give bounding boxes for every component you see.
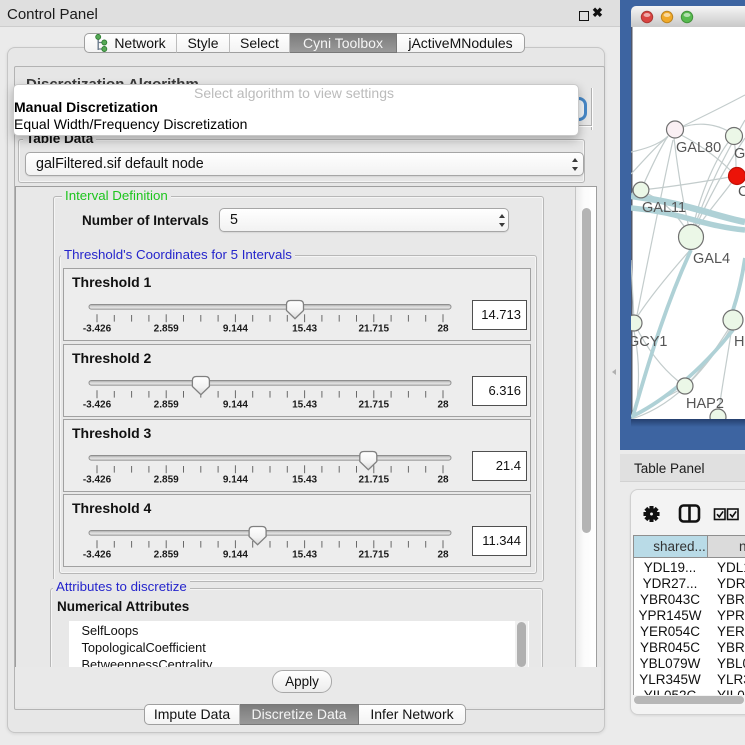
svg-text:9.144: 9.144 — [223, 475, 248, 486]
svg-text:9.144: 9.144 — [223, 324, 248, 335]
svg-text:28: 28 — [437, 324, 449, 335]
svg-text:28: 28 — [437, 475, 449, 486]
svg-text:-3.426: -3.426 — [83, 400, 112, 411]
svg-text:21.715: 21.715 — [359, 400, 390, 411]
svg-text:15.43: 15.43 — [292, 550, 317, 561]
svg-text:21.715: 21.715 — [359, 475, 390, 486]
svg-text:2.859: 2.859 — [154, 400, 179, 411]
svg-text:28: 28 — [437, 550, 449, 561]
svg-text:2.859: 2.859 — [154, 475, 179, 486]
svg-text:-3.426: -3.426 — [83, 324, 112, 335]
svg-text:15.43: 15.43 — [292, 400, 317, 411]
svg-text:GAL11: GAL11 — [642, 200, 686, 216]
svg-text:21.715: 21.715 — [359, 324, 390, 335]
svg-text:GAL80: GAL80 — [676, 140, 721, 156]
svg-text:2.859: 2.859 — [154, 550, 179, 561]
svg-text:9.144: 9.144 — [223, 400, 248, 411]
svg-text:28: 28 — [437, 400, 449, 411]
svg-text:C: C — [738, 184, 745, 200]
svg-text:15.43: 15.43 — [292, 475, 317, 486]
svg-text:GA: GA — [734, 146, 745, 162]
svg-text:-3.426: -3.426 — [83, 550, 112, 561]
svg-text:2.859: 2.859 — [154, 324, 179, 335]
svg-text:GCY1: GCY1 — [631, 334, 668, 350]
svg-text:9.144: 9.144 — [223, 550, 248, 561]
svg-text:GAL4: GAL4 — [693, 251, 730, 267]
svg-text:-3.426: -3.426 — [83, 475, 112, 486]
svg-text:21.715: 21.715 — [359, 550, 390, 561]
svg-text:HAP2: HAP2 — [686, 396, 724, 412]
svg-text:H: H — [734, 334, 744, 350]
svg-text:15.43: 15.43 — [292, 324, 317, 335]
